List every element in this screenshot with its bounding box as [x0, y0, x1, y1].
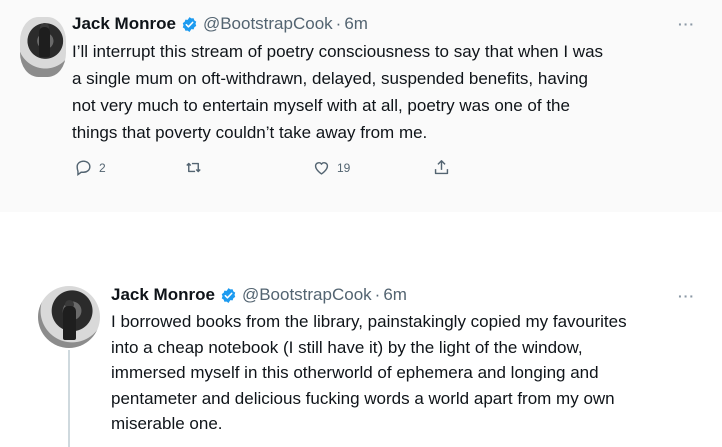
tweet-text-line: into a cheap notebook (I still have it) … — [111, 337, 583, 357]
tweet-text-line: I’ll interrupt this stream of poetry con… — [72, 42, 604, 61]
thread-gap — [0, 212, 722, 257]
tweet-header: Jack Monroe @BootstrapCook · 6m — [111, 285, 407, 305]
tweet-text-line: things that poverty couldn’t take away f… — [72, 123, 428, 142]
author-handle[interactable]: @BootstrapCook — [242, 285, 372, 305]
like-button[interactable]: 19 — [312, 158, 432, 177]
tweet-text: I borrowed books from the library, pains… — [111, 309, 627, 437]
tweet-text-line: immersed myself in this otherworld of ep… — [111, 363, 599, 382]
tweet-text-line: not very much to entertain myself with a… — [72, 96, 570, 115]
reply-button[interactable]: 2 — [74, 158, 184, 177]
heart-icon — [314, 162, 329, 175]
timestamp[interactable]: 6m — [383, 285, 407, 305]
author-name[interactable]: Jack Monroe — [72, 14, 176, 34]
avatar[interactable] — [20, 17, 66, 77]
share-button[interactable] — [432, 158, 457, 177]
tweet-actions: 2 19 — [74, 158, 457, 177]
reply-icon — [76, 160, 91, 177]
timestamp[interactable]: 6m — [344, 14, 368, 34]
tweet-text-line: miserable one. — [111, 414, 223, 433]
separator-dot: · — [374, 285, 381, 304]
thread-line — [68, 350, 70, 447]
retweet-button[interactable] — [184, 158, 312, 177]
tweet[interactable]: Jack Monroe @BootstrapCook · 6m ··· I’ll… — [0, 0, 722, 212]
like-count: 19 — [337, 160, 351, 175]
tweet-text-line: pentameter and delicious fucking words a… — [111, 388, 615, 408]
avatar[interactable] — [38, 286, 100, 348]
author-handle[interactable]: @BootstrapCook — [203, 14, 333, 34]
verified-badge-icon — [182, 16, 197, 32]
share-icon — [434, 160, 449, 175]
more-options-icon[interactable]: ··· — [678, 16, 695, 32]
tweet-text-line: I borrowed books from the library, pains… — [111, 312, 627, 331]
tweet-text-line: a single mum on oft-withdrawn, delayed, … — [72, 69, 588, 88]
more-options-icon[interactable]: ··· — [678, 288, 695, 304]
author-name[interactable]: Jack Monroe — [111, 285, 215, 305]
verified-badge-icon — [221, 287, 236, 303]
tweet-header: Jack Monroe @BootstrapCook · 6m — [72, 14, 368, 34]
tweet-text: I’ll interrupt this stream of poetry con… — [72, 38, 603, 146]
reply-count: 2 — [99, 160, 106, 175]
separator-dot: · — [335, 14, 342, 33]
retweet-icon — [186, 162, 201, 173]
